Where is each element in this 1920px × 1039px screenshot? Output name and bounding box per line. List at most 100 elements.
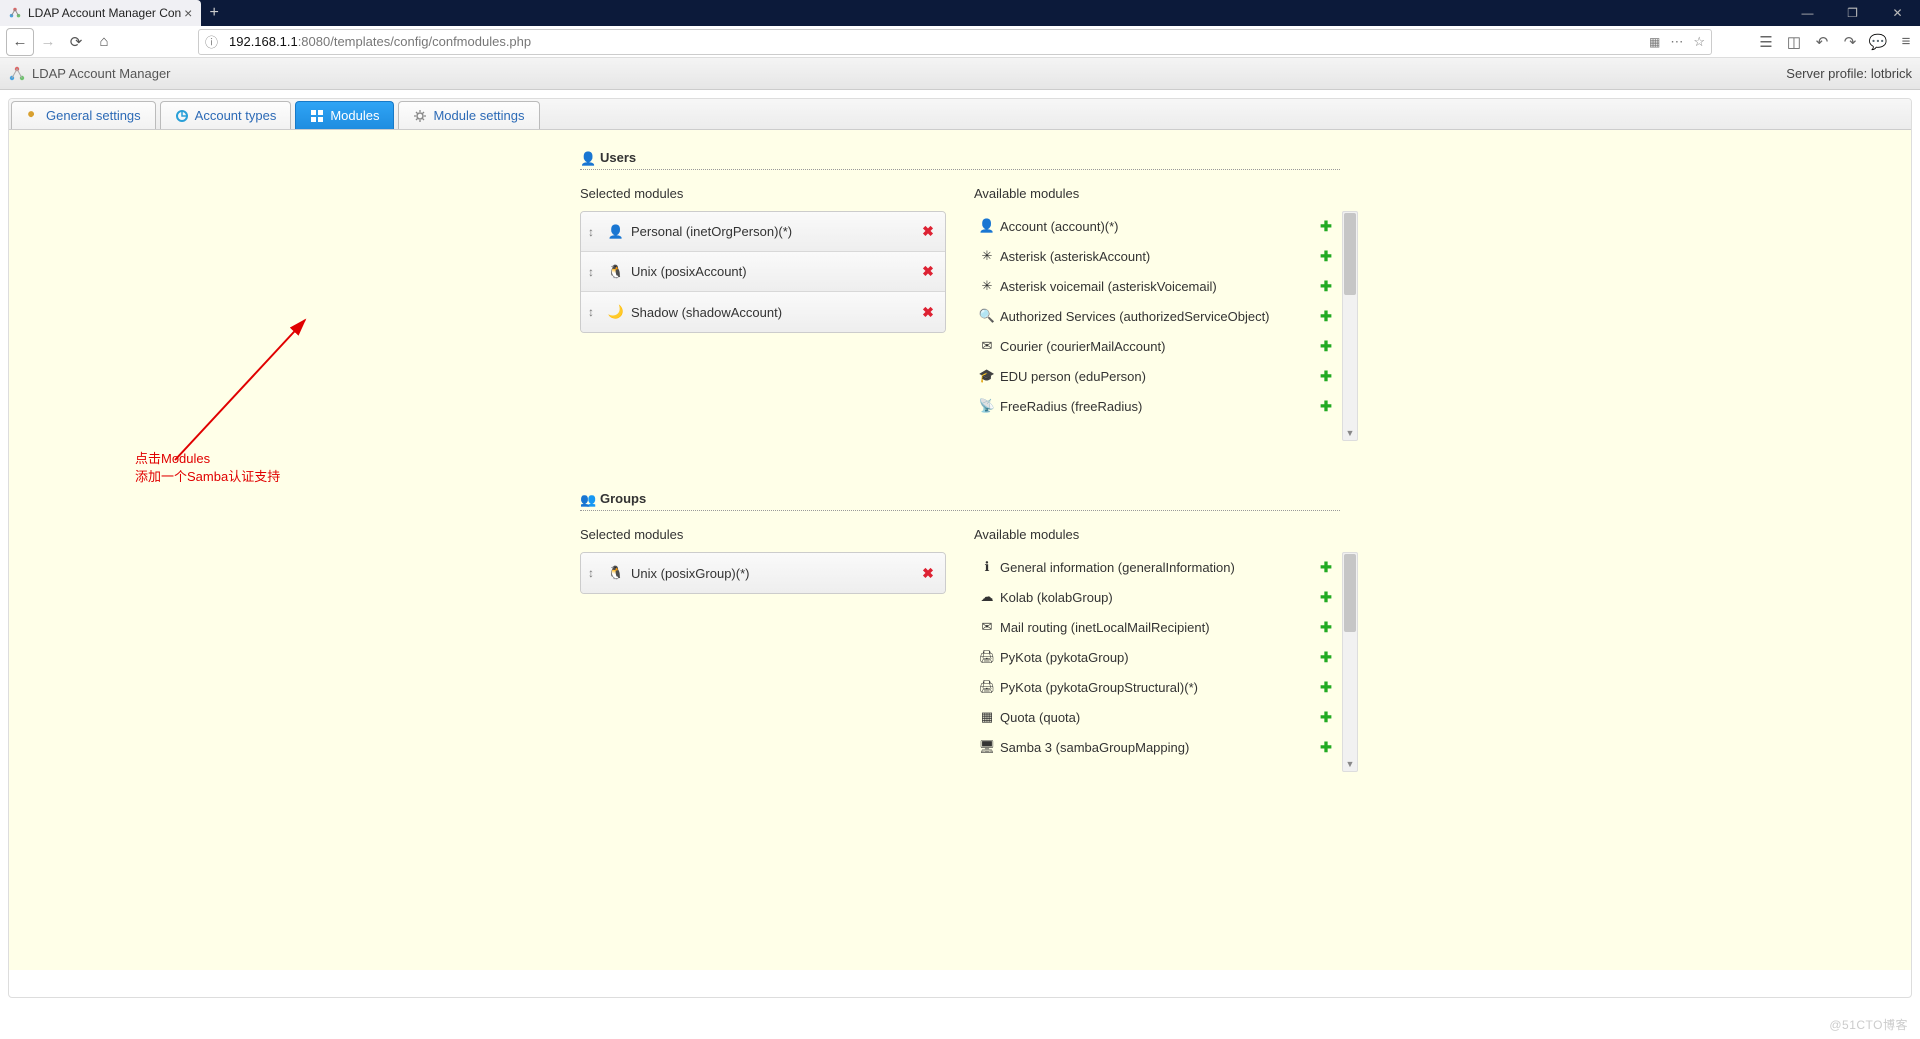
drag-handle-icon[interactable]: ↕ — [581, 305, 601, 319]
scroll-down-icon[interactable]: ▼ — [1343, 757, 1357, 771]
gear-icon — [413, 109, 427, 123]
bookmark-star-icon[interactable]: ☆ — [1693, 34, 1705, 50]
module-icon: ✉ — [974, 619, 1000, 635]
module-label: PyKota (pykotaGroup) — [1000, 650, 1313, 665]
available-module-row: 🖥Samba 3 (sambaGroupMapping)✚ — [974, 732, 1339, 762]
selected-module-row: ↕🌙Shadow (shadowAccount)✖ — [581, 292, 945, 332]
remove-module-button[interactable]: ✖ — [911, 263, 945, 280]
available-module-row: ✉Courier (courierMailAccount)✚ — [974, 331, 1339, 361]
selected-modules-heading: Selected modules — [580, 186, 946, 201]
redo-icon[interactable]: ↷ — [1842, 34, 1858, 50]
add-module-button[interactable]: ✚ — [1313, 649, 1339, 666]
group-icon: 👥 — [580, 492, 594, 506]
add-module-button[interactable]: ✚ — [1313, 619, 1339, 636]
site-info-icon[interactable]: ⓘ — [205, 32, 221, 51]
module-label: Personal (inetOrgPerson)(*) — [631, 224, 911, 239]
new-tab-button[interactable]: + — [201, 0, 227, 26]
module-icon: 🌙 — [601, 304, 631, 320]
minimize-button[interactable]: — — [1785, 0, 1830, 26]
comment-icon[interactable]: 💬 — [1870, 34, 1886, 50]
back-button[interactable]: ← — [6, 28, 34, 56]
selected-module-row: ↕🐧Unix (posixGroup)(*)✖ — [581, 553, 945, 593]
module-label: General information (generalInformation) — [1000, 560, 1313, 575]
undo-icon[interactable]: ↶ — [1814, 34, 1830, 50]
tab-label: Modules — [330, 108, 379, 123]
accounts-icon — [175, 109, 189, 123]
module-label: Shadow (shadowAccount) — [631, 305, 911, 320]
reload-button[interactable]: ⟳ — [62, 28, 90, 56]
scrollbar[interactable]: ▲ ▼ — [1342, 211, 1358, 441]
close-window-button[interactable]: ✕ — [1875, 0, 1920, 26]
maximize-button[interactable]: ❐ — [1830, 0, 1875, 26]
remove-module-button[interactable]: ✖ — [911, 304, 945, 321]
library-icon[interactable]: ☰ — [1758, 34, 1774, 50]
available-module-row: 🔍Authorized Services (authorizedServiceO… — [974, 301, 1339, 331]
section-users: 👤 Users Selected modules ↕👤Personal (ine… — [580, 150, 1340, 441]
available-module-row: ✳Asterisk voicemail (asteriskVoicemail)✚ — [974, 271, 1339, 301]
wrench-icon — [26, 109, 40, 123]
module-label: Asterisk voicemail (asteriskVoicemail) — [1000, 279, 1313, 294]
scroll-down-icon[interactable]: ▼ — [1343, 426, 1357, 440]
forward-button[interactable]: → — [34, 28, 62, 56]
close-tab-icon[interactable]: × — [181, 6, 195, 20]
module-icon: 🖨 — [974, 649, 1000, 665]
add-module-button[interactable]: ✚ — [1313, 278, 1339, 295]
add-module-button[interactable]: ✚ — [1313, 368, 1339, 385]
module-label: Unix (posixGroup)(*) — [631, 566, 911, 581]
module-icon: ✳ — [974, 248, 1000, 264]
available-module-row: 🎓EDU person (eduPerson)✚ — [974, 361, 1339, 391]
available-module-row: 👤Account (account)(*)✚ — [974, 211, 1339, 241]
module-label: Mail routing (inetLocalMailRecipient) — [1000, 620, 1313, 635]
url-text: 192.168.1.1:8080/templates/config/confmo… — [229, 34, 531, 49]
tab-label: General settings — [46, 108, 141, 123]
section-heading: Users — [600, 150, 636, 165]
scroll-thumb[interactable] — [1344, 554, 1356, 632]
page-actions-icon[interactable]: ⋯ — [1670, 34, 1683, 50]
sidebar-icon[interactable]: ◫ — [1786, 34, 1802, 50]
drag-handle-icon[interactable]: ↕ — [581, 566, 601, 580]
scrollbar[interactable]: ▲ ▼ — [1342, 552, 1358, 772]
add-module-button[interactable]: ✚ — [1313, 398, 1339, 415]
server-profile-label: Server profile: lotbrick — [1786, 66, 1912, 81]
tab-module-settings[interactable]: Module settings — [398, 101, 539, 129]
module-label: Samba 3 (sambaGroupMapping) — [1000, 740, 1313, 755]
section-groups: 👥 Groups Selected modules ↕🐧Unix (posixG… — [580, 491, 1340, 772]
drag-handle-icon[interactable]: ↕ — [581, 225, 601, 239]
url-bar[interactable]: ⓘ 192.168.1.1:8080/templates/config/conf… — [198, 29, 1712, 55]
add-module-button[interactable]: ✚ — [1313, 308, 1339, 325]
available-modules-heading: Available modules — [974, 186, 1340, 201]
add-module-button[interactable]: ✚ — [1313, 248, 1339, 265]
add-module-button[interactable]: ✚ — [1313, 338, 1339, 355]
available-module-row: ℹGeneral information (generalInformation… — [974, 552, 1339, 582]
scroll-thumb[interactable] — [1344, 213, 1356, 295]
add-module-button[interactable]: ✚ — [1313, 589, 1339, 606]
add-module-button[interactable]: ✚ — [1313, 709, 1339, 726]
add-module-button[interactable]: ✚ — [1313, 218, 1339, 235]
modules-icon — [310, 109, 324, 123]
module-label: PyKota (pykotaGroupStructural)(*) — [1000, 680, 1313, 695]
favicon-icon — [8, 6, 22, 20]
module-icon: 🖥 — [974, 739, 1000, 755]
add-module-button[interactable]: ✚ — [1313, 679, 1339, 696]
remove-module-button[interactable]: ✖ — [911, 223, 945, 240]
drag-handle-icon[interactable]: ↕ — [581, 265, 601, 279]
module-label: Unix (posixAccount) — [631, 264, 911, 279]
add-module-button[interactable]: ✚ — [1313, 559, 1339, 576]
module-icon: 🐧 — [601, 264, 631, 280]
selected-module-row: ↕🐧Unix (posixAccount)✖ — [581, 252, 945, 292]
module-icon: 🎓 — [974, 368, 1000, 384]
browser-tab[interactable]: LDAP Account Manager Con × — [0, 0, 201, 26]
menu-icon[interactable]: ≡ — [1898, 34, 1914, 50]
tab-general-settings[interactable]: General settings — [11, 101, 156, 129]
tab-account-types[interactable]: Account types — [160, 101, 292, 129]
qr-icon[interactable]: ▦ — [1649, 35, 1660, 49]
module-icon: 🔍 — [974, 308, 1000, 324]
tab-modules[interactable]: Modules — [295, 101, 394, 129]
remove-module-button[interactable]: ✖ — [911, 565, 945, 582]
window-controls: — ❐ ✕ — [1785, 0, 1920, 26]
section-heading: Groups — [600, 491, 646, 506]
module-label: EDU person (eduPerson) — [1000, 369, 1313, 384]
available-module-row: ✳Asterisk (asteriskAccount)✚ — [974, 241, 1339, 271]
add-module-button[interactable]: ✚ — [1313, 739, 1339, 756]
home-button[interactable]: ⌂ — [90, 28, 118, 56]
